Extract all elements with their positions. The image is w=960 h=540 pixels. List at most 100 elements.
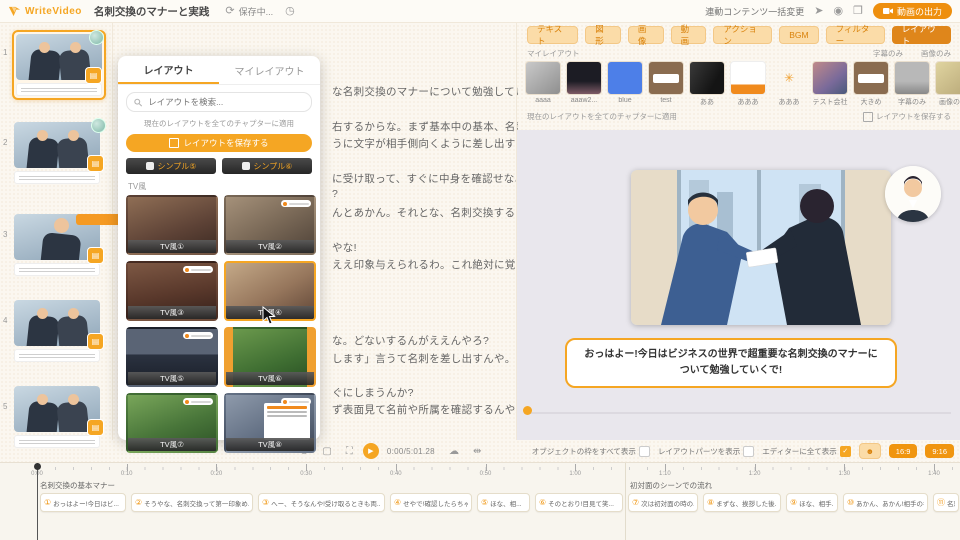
subtitle-clip[interactable]: ⑤ほな、相... (477, 493, 530, 512)
subtitle-clip[interactable]: ⑪名刺... (933, 493, 959, 512)
tv-layout-tile[interactable]: TV風① (126, 195, 218, 255)
preview-frame[interactable] (631, 170, 891, 325)
my-layout-item[interactable]: 画像のみ (935, 61, 960, 107)
chapter-item[interactable]: 4▤ (12, 298, 106, 364)
checkbox[interactable] (639, 446, 650, 457)
asset-tab-アクション[interactable]: アクション (713, 26, 772, 44)
subtitle-clip[interactable]: ⑦次は初対面の時の... (628, 493, 698, 512)
script-text-area[interactable]: な名刺交換のマナーについて勉強していく右するからな。まず基本中の基本、名刺はうに… (328, 22, 518, 440)
save-layout-link[interactable]: レイアウトを保存する (863, 111, 951, 122)
chapter-card[interactable]: ▤ (12, 120, 106, 186)
popup-apply-all-link[interactable]: 現在のレイアウトを全てのチャプターに適用 (118, 118, 320, 129)
app-logo[interactable]: WriteVideo (8, 5, 82, 18)
aspect-ratio-button[interactable]: 9:16 (925, 444, 954, 458)
asset-tab-フィルター[interactable]: フィルター (826, 26, 885, 44)
presenter-avatar[interactable] (885, 166, 941, 222)
my-layout-item[interactable]: 字幕のみ (894, 61, 930, 107)
subtitle-box[interactable]: おっはよー!今日はビジネスの世界で超重要な名刺交換のマナーについて勉強していくで… (565, 338, 897, 388)
globe-icon[interactable] (89, 30, 104, 45)
my-layout-thumbnail[interactable] (812, 61, 848, 95)
timeline[interactable]: 0:000:100:200:300:400:501:001:101:201:30… (0, 462, 960, 540)
my-layout-thumbnail[interactable] (935, 61, 960, 95)
my-layout-item[interactable]: aaaa (525, 61, 561, 107)
refresh-icon[interactable]: ⟳ (225, 6, 234, 17)
subtitle-clip[interactable]: ②そうやな、名刺交換って第一印象め... (131, 493, 253, 512)
simple-layout-item[interactable]: シンプル⑥ (222, 158, 312, 174)
my-layout-thumbnail[interactable] (689, 61, 725, 95)
cloud-icon[interactable]: ☁ (449, 446, 459, 457)
display-toggle[interactable]: エディターに全て表示✓ (762, 446, 850, 457)
asset-tab-動画[interactable]: 動画 (671, 26, 707, 44)
my-layout-thumbnail[interactable] (894, 61, 930, 95)
subtitle-clip[interactable]: ⑥そのとおり!目見て笑... (535, 493, 623, 512)
face-icon-button[interactable]: ☻ (859, 443, 881, 459)
chapter-layout-button[interactable]: ▤ (87, 419, 104, 436)
history-icon[interactable]: ◷ (285, 6, 295, 17)
checkbox[interactable]: ✓ (840, 446, 851, 457)
playhead[interactable] (37, 463, 38, 540)
my-layout-item[interactable]: ああ (689, 61, 725, 107)
my-layout-item[interactable]: あああ (730, 61, 766, 107)
popup-save-layout-button[interactable]: レイアウトを保存する (126, 134, 312, 152)
tv-layout-tile[interactable]: TV風⑦ (126, 393, 218, 453)
display-toggle[interactable]: レイアウトパーツを表示 (658, 446, 754, 457)
chapter-layout-button[interactable]: ▤ (87, 247, 104, 264)
chapter-item[interactable]: 1▤ (12, 30, 106, 100)
subtitle-clip[interactable]: ③へー、そうなんや!受け取るときも両... (258, 493, 385, 512)
document-title[interactable]: 名刺交換のマナーと実践 (94, 4, 210, 19)
chapter-layout-button[interactable]: ▤ (87, 333, 104, 350)
asset-tab-レイアウト[interactable]: レイアウト (892, 26, 951, 44)
tv-layout-tile[interactable]: TV風② (224, 195, 316, 255)
asset-tab-画像[interactable]: 画像 (628, 26, 664, 44)
aspect-ratio-button[interactable]: 16:9 (889, 444, 918, 458)
export-video-button[interactable]: 動画の出力 (873, 3, 952, 19)
pointer-icon[interactable]: ➤ (814, 6, 823, 17)
preview-eye-icon[interactable]: ◉ (834, 6, 844, 17)
my-layout-item[interactable]: 大きめ (853, 61, 889, 107)
chapter-card[interactable]: ▤ (12, 298, 106, 364)
play-button[interactable]: ▶ (363, 443, 379, 459)
my-layout-thumbnail[interactable] (607, 61, 643, 95)
asset-tab-図形[interactable]: 図形 (585, 26, 621, 44)
my-layout-item[interactable]: ✳あああ (771, 61, 807, 107)
fullscreen-icon[interactable]: ⛶ (346, 446, 353, 457)
my-layout-item[interactable]: test (648, 61, 684, 107)
layout-search[interactable] (126, 92, 312, 112)
tv-layout-tile[interactable]: TV風④ (224, 261, 316, 321)
subtitle-clip[interactable]: ⑨ほな、相手... (786, 493, 838, 512)
globe-icon[interactable] (91, 118, 106, 133)
checkbox[interactable] (743, 446, 754, 457)
bulk-change-label[interactable]: 連動コンテンツ一括変更 (705, 5, 804, 18)
subtitle-clip[interactable]: ⑩あかん、あかん!相手の名... (843, 493, 928, 512)
subtitle-clip[interactable]: ⑧まずな、挨拶した後... (703, 493, 781, 512)
asset-tab-BGM[interactable]: BGM (779, 26, 818, 44)
tv-layout-tile[interactable]: TV風⑧ (224, 393, 316, 453)
my-layout-thumbnail[interactable]: ✳ (771, 61, 807, 95)
chapter-card[interactable]: ▤ (12, 30, 106, 100)
preview-progress-track[interactable] (527, 412, 951, 414)
preview-progress-handle[interactable] (523, 406, 532, 415)
my-layout-thumbnail[interactable] (648, 61, 684, 95)
my-layout-thumbnail[interactable] (566, 61, 602, 95)
asset-tab-テキスト[interactable]: テキスト (527, 26, 578, 44)
my-layout-item[interactable]: テスト会社 (812, 61, 848, 107)
my-layout-item[interactable]: blue (607, 61, 643, 107)
chapter-layout-button[interactable]: ▤ (87, 155, 104, 172)
tv-layout-tile[interactable]: TV風⑤ (126, 327, 218, 387)
subtitle-clip[interactable]: ①おっはよー!今日はビ... (40, 493, 126, 512)
chapter-layout-button[interactable]: ▤ (85, 67, 102, 84)
chapter-item[interactable]: 2▤ (12, 120, 106, 186)
subtitle-clip[interactable]: ④せやで!確認したらちゃ... (390, 493, 472, 512)
apply-all-link[interactable]: 現在のレイアウトを全てのチャプターに適用 (527, 111, 677, 122)
simple-layout-item[interactable]: シンプル⑤ (126, 158, 216, 174)
tv-layout-tile[interactable]: TV風③ (126, 261, 218, 321)
tab-layout[interactable]: レイアウト (118, 56, 219, 84)
my-layout-thumbnail[interactable] (730, 61, 766, 95)
pan-tool-icon[interactable]: ⇹ (473, 446, 481, 457)
my-layout-thumbnail[interactable] (525, 61, 561, 95)
display-toggle[interactable]: オブジェクトの枠をすべて表示 (532, 446, 650, 457)
window-icon[interactable]: ❐ (853, 6, 863, 17)
tv-layout-tile[interactable]: TV風⑥ (224, 327, 316, 387)
my-layout-thumbnail[interactable] (853, 61, 889, 95)
my-layout-item[interactable]: aaaw2... (566, 61, 602, 107)
